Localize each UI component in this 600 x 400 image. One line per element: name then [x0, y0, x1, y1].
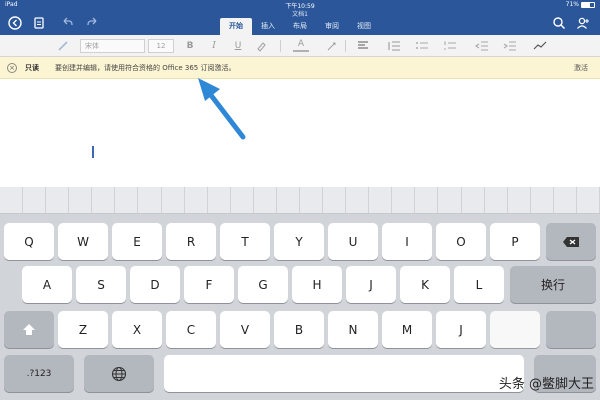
- backspace-key[interactable]: [546, 223, 596, 260]
- return-key[interactable]: 换行: [510, 266, 596, 303]
- prediction-slot[interactable]: [392, 187, 416, 213]
- prediction-slot[interactable]: [485, 187, 508, 213]
- key-punctuation[interactable]: [490, 311, 540, 348]
- shift-icon: [23, 323, 35, 335]
- shift-key-right[interactable]: [546, 311, 596, 348]
- prediction-slot[interactable]: [208, 187, 231, 213]
- onscreen-keyboard: Q W E R T Y U I O P A S D F G H J K L 换行…: [0, 187, 600, 400]
- prediction-slot[interactable]: [346, 187, 370, 213]
- prediction-slot[interactable]: [577, 187, 600, 213]
- globe-icon: [111, 366, 127, 381]
- prediction-slot[interactable]: [162, 187, 185, 213]
- backspace-icon: [563, 236, 579, 247]
- key-n[interactable]: N: [328, 311, 378, 348]
- prediction-slot[interactable]: [438, 187, 462, 213]
- key-e[interactable]: E: [112, 223, 162, 260]
- key-o[interactable]: O: [436, 223, 486, 260]
- prediction-slot[interactable]: [69, 187, 93, 213]
- prediction-slot[interactable]: [231, 187, 254, 213]
- key-r[interactable]: R: [166, 223, 216, 260]
- prediction-slot[interactable]: [369, 187, 393, 213]
- key-i[interactable]: I: [382, 223, 432, 260]
- key-y[interactable]: Y: [274, 223, 324, 260]
- key-c[interactable]: C: [166, 311, 216, 348]
- prediction-slot[interactable]: [531, 187, 554, 213]
- key-t[interactable]: T: [220, 223, 270, 260]
- prediction-slot[interactable]: [23, 187, 47, 213]
- key-partial-label: J: [459, 322, 463, 337]
- prediction-slot[interactable]: [462, 187, 485, 213]
- prediction-slot[interactable]: [277, 187, 301, 213]
- key-a[interactable]: A: [22, 266, 72, 303]
- key-q[interactable]: Q: [4, 223, 54, 260]
- prediction-slot[interactable]: [323, 187, 347, 213]
- key-u[interactable]: U: [328, 223, 378, 260]
- key-partial[interactable]: J: [436, 311, 486, 348]
- key-w[interactable]: W: [58, 223, 108, 260]
- prediction-slot[interactable]: [46, 187, 70, 213]
- prediction-slot[interactable]: [254, 187, 277, 213]
- screen: iPad 下午10:59 71% 文档1 开始 插入 布局 审阅 视图 宋体 1…: [0, 0, 600, 400]
- key-l[interactable]: L: [454, 266, 504, 303]
- key-x[interactable]: X: [112, 311, 162, 348]
- prediction-slot[interactable]: [92, 187, 116, 213]
- prediction-slot[interactable]: [185, 187, 208, 213]
- globe-key[interactable]: [84, 355, 154, 392]
- key-b[interactable]: B: [274, 311, 324, 348]
- key-v[interactable]: V: [220, 311, 270, 348]
- prediction-slot[interactable]: [554, 187, 577, 213]
- key-d[interactable]: D: [130, 266, 180, 303]
- prediction-slot[interactable]: [138, 187, 162, 213]
- key-m[interactable]: M: [382, 311, 432, 348]
- key-f[interactable]: F: [184, 266, 234, 303]
- key-h[interactable]: H: [292, 266, 342, 303]
- prediction-slot[interactable]: [508, 187, 531, 213]
- key-z[interactable]: Z: [58, 311, 108, 348]
- prediction-slot[interactable]: [115, 187, 139, 213]
- prediction-slot[interactable]: [415, 187, 439, 213]
- key-j[interactable]: J: [346, 266, 396, 303]
- prediction-slot[interactable]: [0, 187, 24, 213]
- shift-key[interactable]: [4, 311, 54, 348]
- key-k[interactable]: K: [400, 266, 450, 303]
- numbers-key[interactable]: .?123: [4, 355, 74, 392]
- key-g[interactable]: G: [238, 266, 288, 303]
- prediction-slot[interactable]: [300, 187, 324, 213]
- space-key[interactable]: [164, 355, 524, 392]
- key-s[interactable]: S: [76, 266, 126, 303]
- key-p[interactable]: P: [490, 223, 540, 260]
- prediction-bar: [0, 187, 600, 214]
- watermark: 头条 @鳖脚大王: [498, 377, 594, 392]
